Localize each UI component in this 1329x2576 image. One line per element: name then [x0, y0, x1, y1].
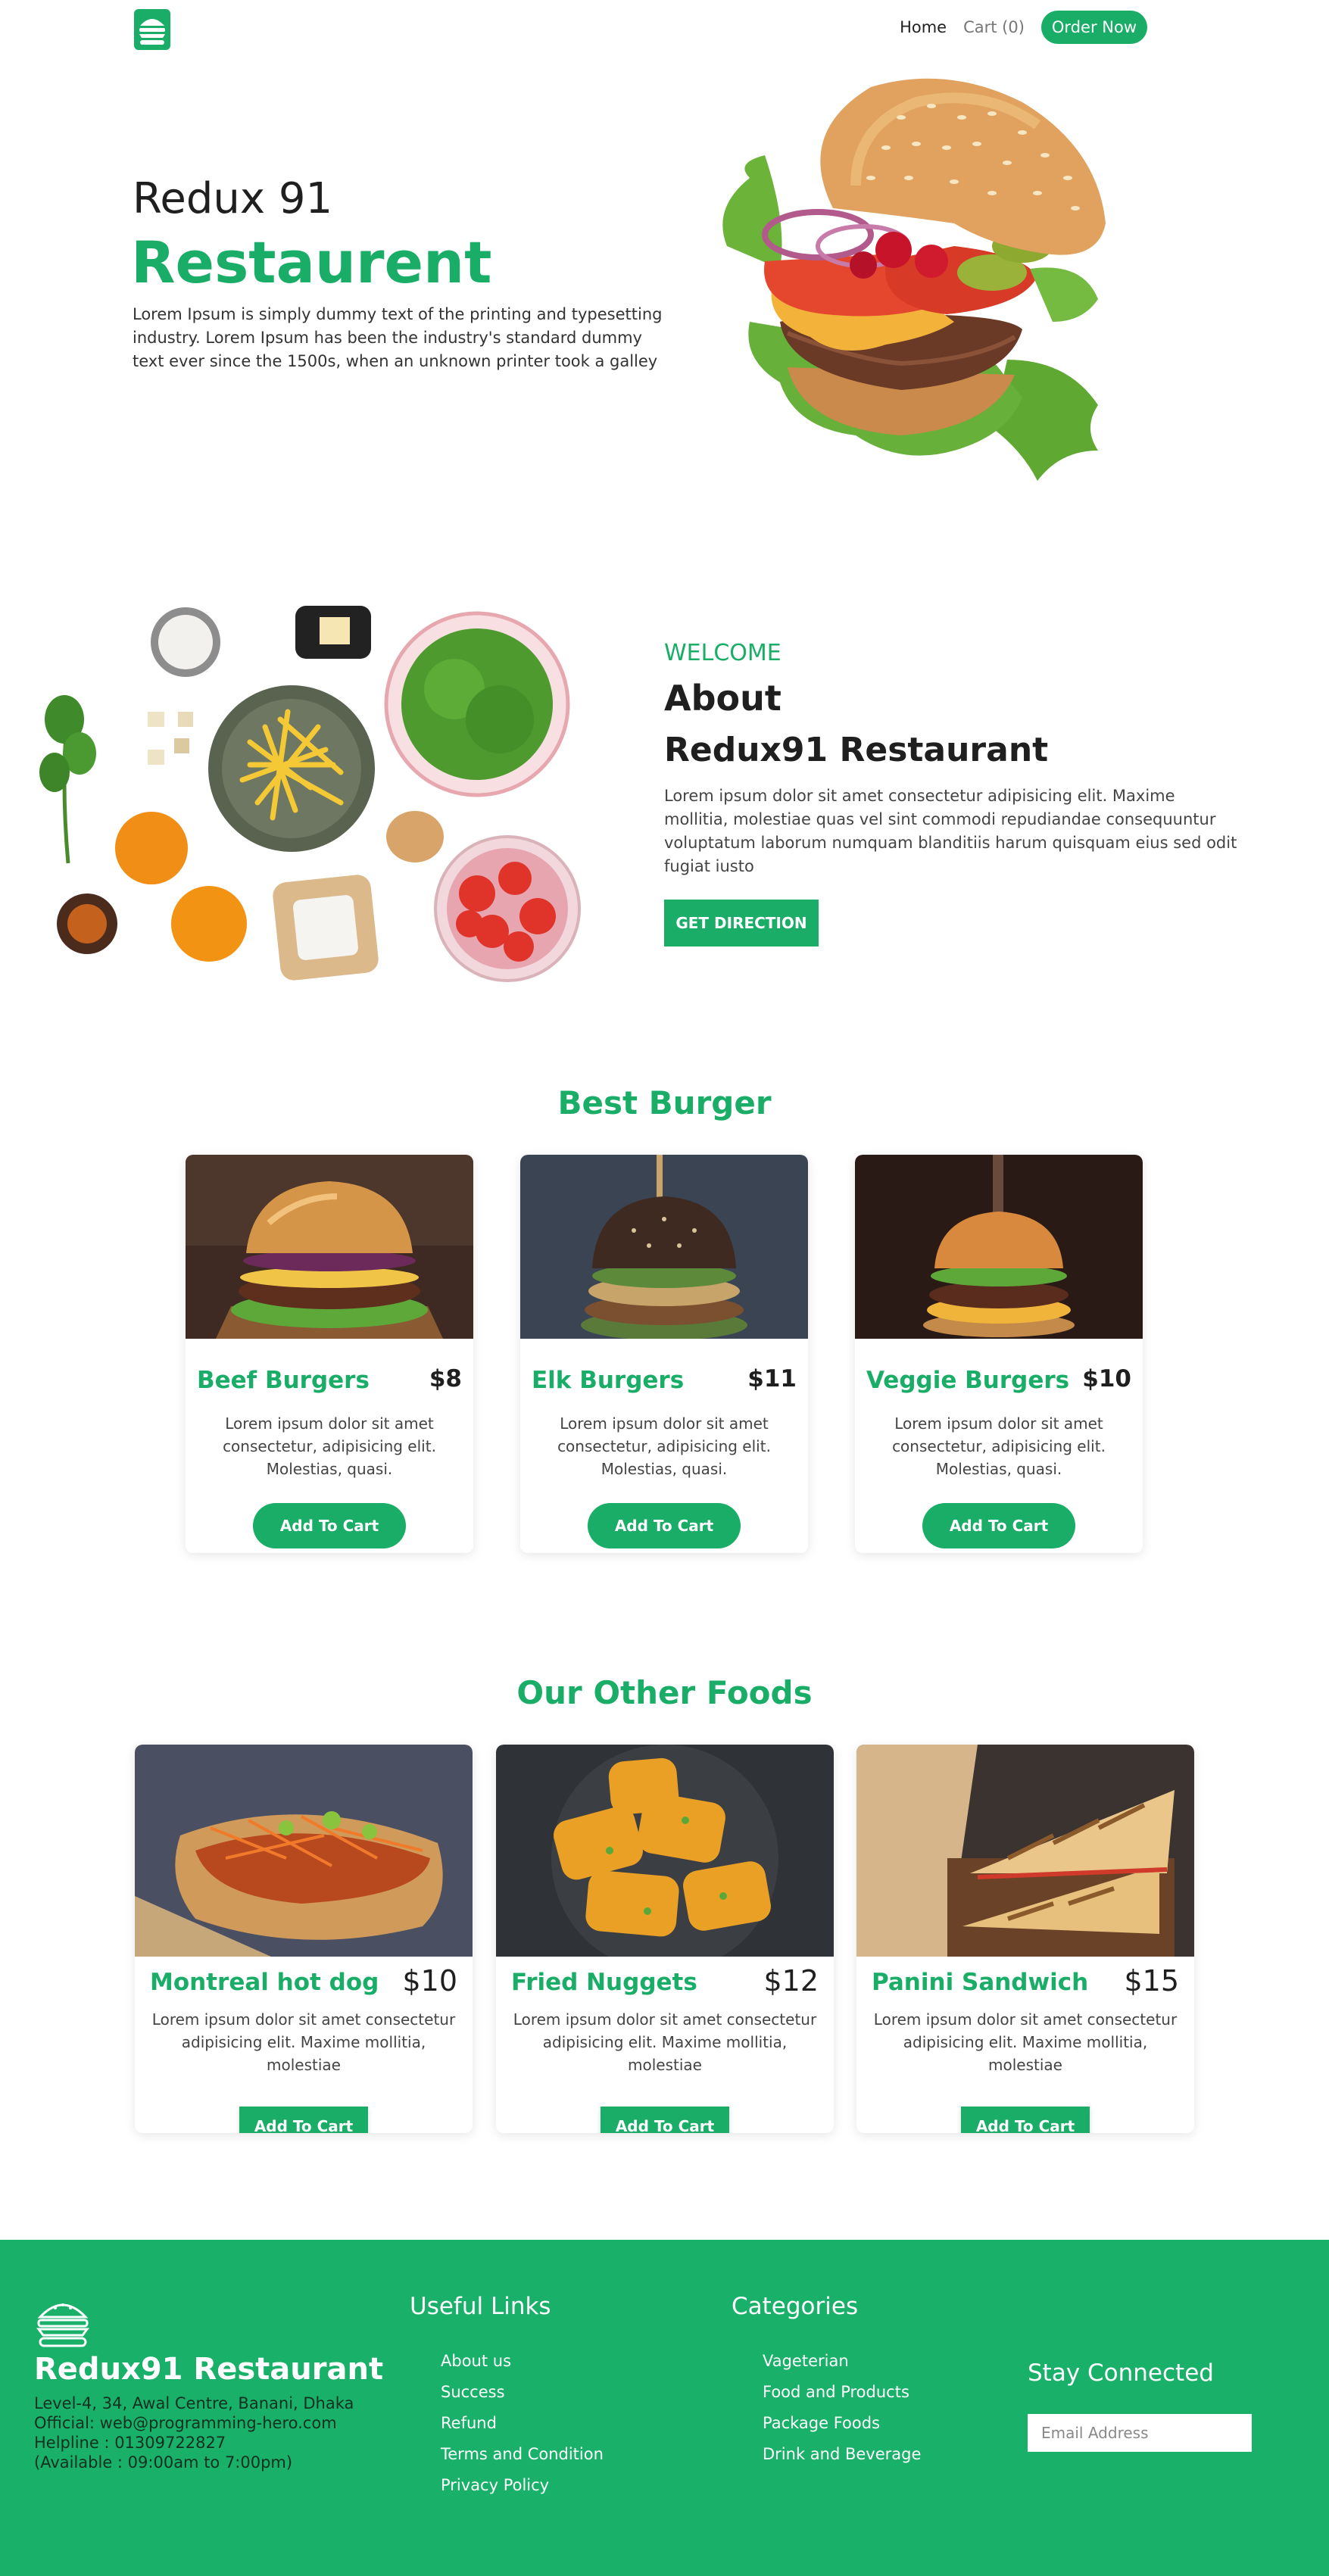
card-title: Beef Burgers [197, 1367, 370, 1394]
footer-address-line: Level-4, 34, Awal Centre, Banani, Dhaka [34, 2394, 354, 2412]
card-description: Lorem ipsum dolor sit amet consectetur a… [151, 2010, 456, 2074]
card-price: $10 [402, 1964, 457, 1997]
nav-cart-link[interactable]: Cart (0) [963, 18, 1025, 36]
stay-connected-title: Stay Connected [1028, 2359, 1214, 2387]
add-to-cart-button[interactable]: Add To Cart [601, 2107, 729, 2133]
footer-link-success[interactable]: Success [441, 2377, 604, 2408]
footer-category-food-products[interactable]: Food and Products [763, 2377, 921, 2408]
burger-card: Beef Burgers $8 Lorem ipsum dolor sit am… [186, 1155, 473, 1553]
top-nav: Home Cart (0) Order Now [0, 0, 1329, 58]
card-description: Lorem ipsum dolor sit amet consectetur, … [223, 1414, 436, 1478]
other-foods-title: Our Other Foods [516, 1674, 813, 1711]
card-description: Lorem ipsum dolor sit amet consectetur, … [557, 1414, 771, 1478]
card-title: Elk Burgers [532, 1367, 685, 1394]
burger-logo-icon [36, 2303, 89, 2347]
card-price: $15 [1124, 1964, 1179, 1997]
card-title: Fried Nuggets [511, 1969, 697, 1996]
footer-address-line: Helpline : 01309722827 [34, 2434, 226, 2452]
veggie-burger-photo [855, 1155, 1143, 1339]
card-price: $11 [747, 1365, 797, 1392]
add-to-cart-button[interactable]: Add To Cart [239, 2107, 368, 2133]
hero-text: Lorem Ipsum is simply dummy text of the … [133, 305, 663, 370]
card-description: Lorem ipsum dolor sit amet consectetur a… [513, 2010, 817, 2074]
burger-card: Veggie Burgers $10 Lorem ipsum dolor sit… [855, 1155, 1143, 1553]
beef-burger-photo [186, 1155, 473, 1339]
email-input[interactable] [1028, 2414, 1252, 2452]
best-burger-title: Best Burger [557, 1084, 772, 1121]
food-card: Fried Nuggets $12 Lorem ipsum dolor sit … [496, 1745, 834, 2133]
order-now-button[interactable]: Order Now [1040, 11, 1147, 44]
card-title: Veggie Burgers [866, 1367, 1070, 1394]
about-title-line2: Redux91 Restaurant [664, 731, 1049, 769]
about-text: Lorem ipsum dolor sit amet consectetur a… [664, 787, 1237, 875]
add-to-cart-button[interactable]: Add To Cart [588, 1503, 741, 1548]
about-welcome-label: WELCOME [664, 640, 781, 666]
elk-burger-photo [520, 1155, 808, 1339]
footer-address: Level-4, 34, Awal Centre, Banani, Dhaka … [34, 2394, 354, 2472]
card-price: $12 [763, 1964, 819, 1997]
footer-address-line: (Available : 09:00am to 7:00pm) [34, 2453, 293, 2472]
hero-title: Restaurent [131, 229, 492, 296]
footer-category-vageterian[interactable]: Vageterian [763, 2346, 921, 2377]
card-description: Lorem ipsum dolor sit amet consectetur a… [873, 2010, 1178, 2074]
burger-illustration [722, 78, 1106, 481]
panini-sandwich-photo [856, 1745, 1194, 1957]
footer-link-terms[interactable]: Terms and Condition [441, 2439, 604, 2470]
useful-links-list: About us Success Refund Terms and Condit… [441, 2346, 604, 2501]
card-price: $10 [1082, 1365, 1131, 1392]
card-description: Lorem ipsum dolor sit amet consectetur, … [892, 1414, 1106, 1478]
categories-list: Vageterian Food and Products Package Foo… [763, 2346, 921, 2470]
get-direction-button[interactable]: GET DIRECTION [664, 900, 819, 947]
footer-category-drink-beverage[interactable]: Drink and Beverage [763, 2439, 921, 2470]
useful-links-title: Useful Links [410, 2293, 551, 2320]
about-title-line1: About [664, 678, 781, 719]
categories-title: Categories [732, 2293, 859, 2320]
add-to-cart-button[interactable]: Add To Cart [922, 1503, 1075, 1548]
footer-category-package-foods[interactable]: Package Foods [763, 2408, 921, 2439]
footer-title: Redux91 Restaurant [34, 2352, 384, 2387]
hero-subtitle: Redux 91 [133, 174, 333, 223]
footer-link-refund[interactable]: Refund [441, 2408, 604, 2439]
card-title: Panini Sandwich [872, 1969, 1089, 1996]
burger-card: Elk Burgers $11 Lorem ipsum dolor sit am… [520, 1155, 808, 1553]
nav-home-link[interactable]: Home [900, 18, 947, 36]
card-title: Montreal hot dog [150, 1969, 379, 1996]
footer-address-line: Official: web@programming-hero.com [34, 2414, 337, 2432]
footer-link-privacy[interactable]: Privacy Policy [441, 2470, 604, 2501]
fried-nuggets-photo [496, 1745, 834, 1957]
card-price: $8 [429, 1365, 462, 1392]
hot-dog-photo [135, 1745, 473, 1957]
food-card: Panini Sandwich $15 Lorem ipsum dolor si… [856, 1745, 1194, 2133]
footer: Redux91 Restaurant Level-4, 34, Awal Cen… [0, 2240, 1329, 2576]
footer-link-about[interactable]: About us [441, 2346, 604, 2377]
burger-logo-icon[interactable] [133, 8, 172, 51]
add-to-cart-button[interactable]: Add To Cart [253, 1503, 406, 1548]
food-card: Montreal hot dog $10 Lorem ipsum dolor s… [135, 1745, 473, 2133]
ingredients-illustration [39, 606, 581, 982]
nav-links: Home Cart (0) Order Now [900, 11, 1147, 44]
add-to-cart-button[interactable]: Add To Cart [961, 2107, 1090, 2133]
